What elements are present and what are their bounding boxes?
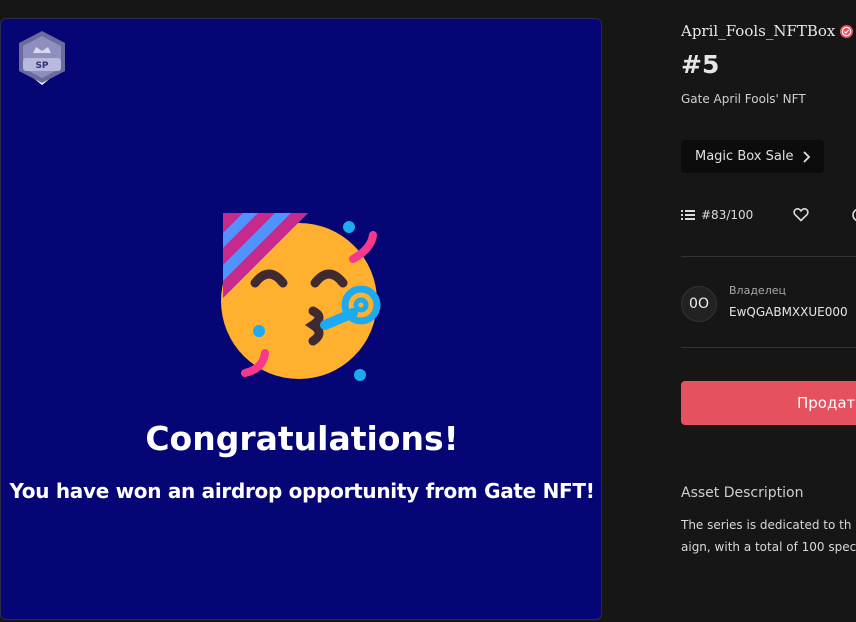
asset-description-text: The series is dedicated to th aign, with… <box>681 514 856 558</box>
description-line: aign, with a total of 100 spec <box>681 540 856 554</box>
partying-face-emoji-icon <box>221 213 381 381</box>
congratulations-heading: Congratulations! <box>145 419 459 458</box>
sp-level-badge-icon: SP <box>19 31 65 85</box>
verified-icon <box>840 24 854 38</box>
heart-icon[interactable] <box>793 207 809 222</box>
chevron-right-icon <box>803 150 811 163</box>
token-number: #5 <box>681 50 720 79</box>
edition-count: #83/100 <box>701 208 754 222</box>
description-line: The series is dedicated to th <box>681 518 852 532</box>
nft-artwork-card[interactable]: SP Congratulations! You have won an aird… <box>0 18 602 620</box>
collection-name: April_Fools_NFTBox <box>681 22 836 40</box>
list-icon <box>681 210 695 220</box>
magic-box-sale-button[interactable]: Magic Box Sale <box>681 140 824 173</box>
collection-link[interactable]: April_Fools_NFTBox <box>681 22 854 40</box>
edition-info: #83/100 <box>681 205 753 225</box>
badge-label: SP <box>35 61 48 71</box>
sell-button[interactable]: Продат <box>681 381 856 425</box>
owner-avatar[interactable]: 0O <box>681 286 717 322</box>
comment-icon[interactable] <box>851 207 856 223</box>
divider <box>681 256 856 257</box>
owner-address[interactable]: EwQGABMXXUE000 <box>729 305 848 319</box>
airdrop-message: You have won an airdrop opportunity from… <box>9 479 595 503</box>
owner-label: Владелец <box>729 284 786 297</box>
asset-description-title: Asset Description <box>681 485 804 501</box>
nft-name: Gate April Fools' NFT <box>681 92 806 106</box>
nft-details-panel: April_Fools_NFTBox #5 Gate April Fools' … <box>681 0 856 622</box>
magic-box-sale-label: Magic Box Sale <box>695 149 794 164</box>
divider <box>681 347 856 348</box>
